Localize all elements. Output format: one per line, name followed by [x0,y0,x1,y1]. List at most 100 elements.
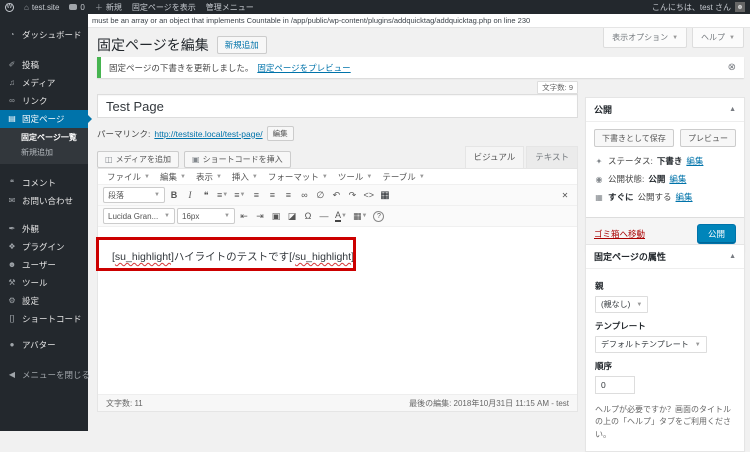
editor-content-area[interactable]: [su_highlight]ハイライトのテストです[/su_highlight] [98,227,577,394]
visibility-value: 公開 [648,173,665,185]
dismiss-notice-icon[interactable]: ⊗ [728,63,736,73]
submenu-item-add-new[interactable]: 新規追加 [0,145,88,160]
sidebar-item-settings[interactable]: ⚙ 設定 [0,292,88,310]
horizontal-rule-icon[interactable]: — [317,208,331,224]
edit-permalink-button[interactable]: 編集 [267,126,294,141]
draft-updated-notice: 固定ページの下書きを更新しました。 固定ページをプレビュー ⊗ [97,57,744,78]
edit-visibility-link[interactable]: 編集 [669,173,686,185]
template-select[interactable]: デフォルトテンプレート ▼ [595,336,707,353]
menu-tools[interactable]: ツール▼ [334,171,376,183]
remove-link-icon[interactable]: ∅ [313,187,327,203]
tab-text[interactable]: テキスト [526,146,578,168]
sidebar-item-media[interactable]: ♫ メディア [0,74,88,92]
sidebar-item-avatar[interactable]: ● アバター [0,336,88,354]
permalink-url-link[interactable]: http://testsite.local/test-page/ [154,129,262,139]
plugin-icon: ❖ [7,242,17,252]
editor-statusbar: 文字数: 11 最後の編集: 2018年10月31日 11:15 AM - te… [98,394,577,411]
sidebar-item-tools[interactable]: ⚒ ツール [0,274,88,292]
indent-icon[interactable]: ⇥ [253,208,267,224]
sidebar-item-users[interactable]: ☻ ユーザー [0,256,88,274]
menu-view[interactable]: 表示▼ [192,171,226,183]
shortcode-text: [su_highlight]ハイライトのテストです[/su_highlight] [112,249,354,264]
preview-page-link[interactable]: 固定ページをプレビュー [257,62,350,74]
tinymce-editor: ファイル▼ 編集▼ 表示▼ 挿入▼ フォーマット▼ ツール▼ テーブル▼ 段落▼… [97,168,578,412]
editor-toolbar-row1: 段落▼ B I ❝ ≡▼ ≡▼ ≡ ≡ ≡ ∞ ∅ ↶ ↷ <> ▦ ✕ [98,185,577,206]
text-color-icon[interactable]: A▼ [333,208,349,224]
page-title-input[interactable] [97,94,578,118]
chevron-down-icon: ▼ [180,174,186,180]
menu-insert[interactable]: 挿入▼ [228,171,262,183]
avatar: ☻ [735,2,745,12]
insert-shortcode-button[interactable]: ▣ ショートコードを挿入 [184,151,291,168]
help-button[interactable]: ヘルプ ▼ [692,28,744,48]
sidebar-item-pages[interactable]: ▤ 固定ページ [0,110,88,128]
chevron-down-icon: ▼ [341,213,347,219]
sidebar-item-posts[interactable]: ✐ 投稿 [0,56,88,74]
sidebar-item-comments[interactable]: ❝ コメント [0,174,88,192]
sidebar-item-shortcode[interactable]: [] ショートコード [0,310,88,328]
help-icon[interactable]: ? [371,208,386,224]
collapse-toggle-icon[interactable]: ▲ [729,253,736,260]
wp-logo-menu[interactable]: W [0,0,19,14]
chevron-down-icon: ▼ [239,192,245,198]
numbered-list-icon[interactable]: ≡▼ [232,187,247,203]
site-name-link[interactable]: ⌂ test.site [19,0,64,14]
menu-file[interactable]: ファイル▼ [103,171,154,183]
collapse-toggle-icon[interactable]: ▲ [729,106,736,113]
undo-icon[interactable]: ↶ [329,187,343,203]
menu-format[interactable]: フォーマット▼ [264,171,332,183]
menu-table[interactable]: テーブル▼ [378,171,428,183]
howdy-greeting[interactable]: こんにちは、test さん [652,2,731,13]
add-new-button[interactable]: 新規追加 [217,36,267,54]
bold-icon[interactable]: B [167,187,181,203]
publish-button[interactable]: 公開 [697,224,736,244]
code-icon[interactable]: <> [361,187,376,203]
paragraph-format-select[interactable]: 段落▼ [103,187,165,203]
plus-icon: ＋ [95,2,103,13]
sidebar-item-links[interactable]: ∞ リンク [0,92,88,110]
sidebar-item-plugins[interactable]: ❖ プラグイン [0,238,88,256]
new-content-menu[interactable]: ＋ 新規 [90,0,127,14]
clear-formatting-icon[interactable]: ◪ [285,208,299,224]
save-draft-button[interactable]: 下書きとして保存 [594,129,674,147]
comments-link[interactable]: 0 [64,0,89,14]
edit-status-link[interactable]: 編集 [686,155,703,167]
table-icon[interactable]: ▦▼ [351,208,369,224]
align-left-icon[interactable]: ≡ [249,187,263,203]
paste-as-text-icon[interactable]: ▣ [269,208,283,224]
status-value: 下書き [657,155,683,167]
move-to-trash-link[interactable]: ゴミ箱へ移動 [594,228,645,240]
align-right-icon[interactable]: ≡ [281,187,295,203]
redo-icon[interactable]: ↷ [345,187,359,203]
toolbar-toggle-icon[interactable]: ▦ [378,187,392,203]
collapse-menu-button[interactable]: ◀ メニューを閉じる [0,366,88,384]
sidebar-item-dashboard[interactable]: ◔ ダッシュボード [0,26,88,44]
distraction-free-icon[interactable]: ✕ [558,187,572,203]
admin-menu-link[interactable]: 管理メニュー [201,0,259,14]
sidebar-item-contact[interactable]: ✉ お問い合わせ [0,192,88,210]
preview-button[interactable]: プレビュー [680,129,736,147]
font-size-select[interactable]: 16px▼ [177,208,235,224]
admin-bar: W ⌂ test.site 0 ＋ 新規 固定ページを表示 管理メニュー こんに… [0,0,750,14]
outdent-icon[interactable]: ⇤ [237,208,251,224]
blockquote-icon[interactable]: ❝ [199,187,213,203]
insert-link-icon[interactable]: ∞ [297,187,311,203]
order-label: 順序 [595,360,735,372]
font-family-select[interactable]: Lucida Gran...▼ [103,208,175,224]
bullet-list-icon[interactable]: ≡▼ [215,187,230,203]
add-media-button[interactable]: ◫ メディアを追加 [97,151,179,168]
parent-select[interactable]: (親なし) ▼ [595,296,648,313]
align-center-icon[interactable]: ≡ [265,187,279,203]
order-input[interactable] [595,376,635,394]
menu-edit[interactable]: 編集▼ [156,171,190,183]
screen-options-button[interactable]: 表示オプション ▼ [603,28,687,48]
view-page-link[interactable]: 固定ページを表示 [127,0,201,14]
sidebar-item-appearance[interactable]: ✒ 外観 [0,220,88,238]
tab-visual[interactable]: ビジュアル [465,146,525,168]
chevron-down-icon: ▼ [222,192,228,198]
envelope-icon: ✉ [7,196,17,206]
edit-schedule-link[interactable]: 編集 [676,191,693,203]
special-character-icon[interactable]: Ω [301,208,315,224]
submenu-item-all-pages[interactable]: 固定ページ一覧 [0,130,88,145]
italic-icon[interactable]: I [183,187,197,203]
